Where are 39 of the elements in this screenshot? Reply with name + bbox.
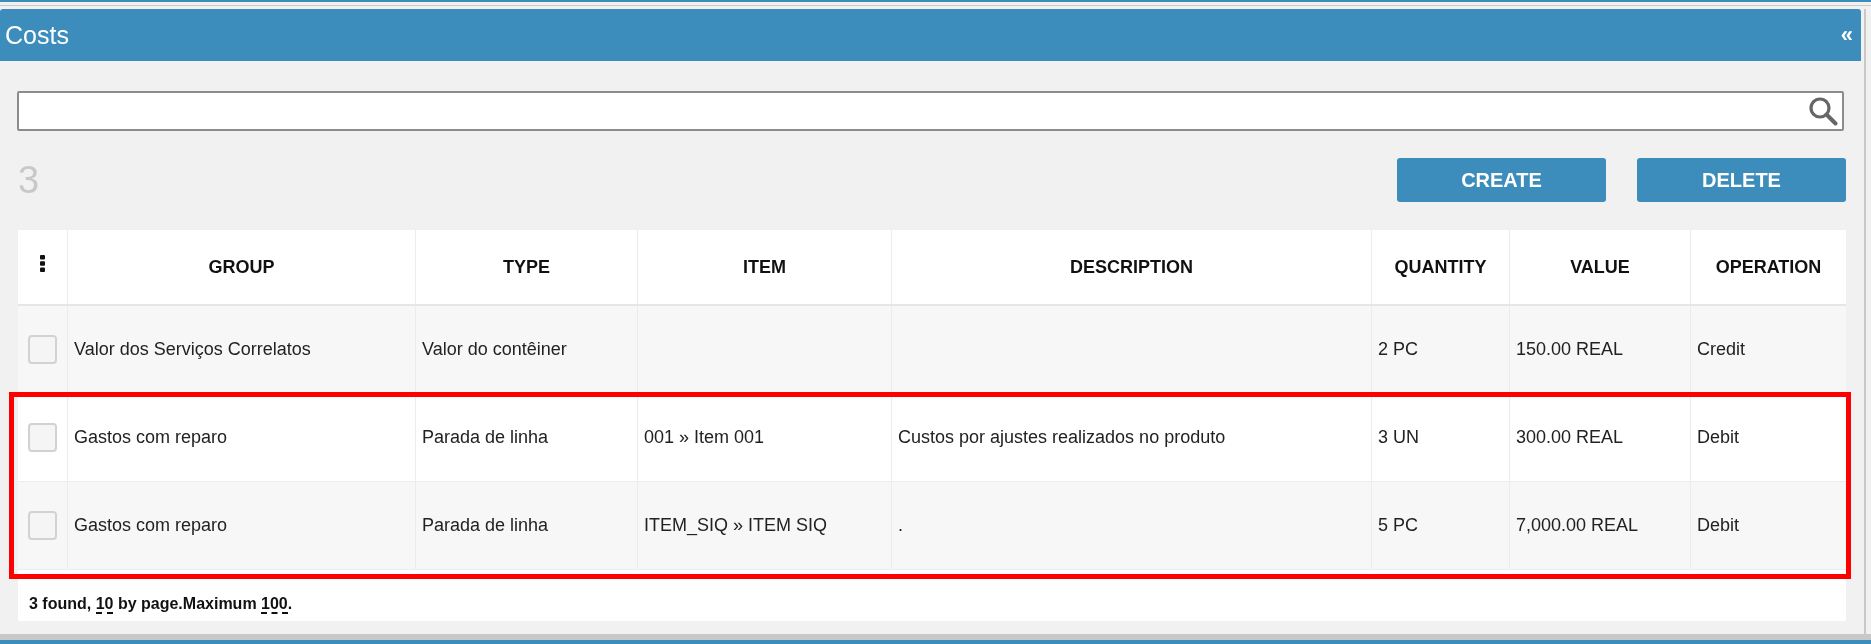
number-link[interactable]: 100 [261,595,288,614]
table-cell: 150.00 REAL [1510,306,1691,393]
table-cell: ITEM_SIQ » ITEM SIQ [638,482,892,569]
collapse-button[interactable]: « [1840,24,1853,46]
table-cell: Valor dos Serviços Correlatos [68,306,416,393]
table-cell: 7,000.00 REAL [1510,482,1691,569]
column-header: GROUP [68,230,416,304]
table-cell-text: Debit [1696,426,1741,449]
table-cell: Valor do contêiner [416,306,638,393]
menu-dots-icon[interactable] [40,254,45,272]
row-checkbox[interactable] [28,335,57,364]
table-cell: . [892,482,1372,569]
search-field[interactable] [17,91,1844,131]
column-header: OPERATION [1714,255,1823,279]
search-icon[interactable] [1808,96,1838,126]
action-button[interactable]: DELETE [1637,158,1846,202]
column-header: ITEM [638,230,892,304]
results-summary: 3 found, 10 by page.Maximum 100. [29,594,293,614]
table-cell: 2 PC [1372,306,1510,393]
table-cell-text: Credit [1696,338,1746,361]
table-cell: Parada de linha [416,482,638,569]
column-header: QUANTITY [1372,230,1510,304]
table-cell: Gastos com reparo [68,394,416,481]
column-header: VALUE [1510,230,1691,304]
panel-title: Costs [5,22,69,48]
column-header: TYPE [416,230,638,304]
table-cell: 001 » Item 001 [638,394,892,481]
table-cell: Custos por ajustes realizados no produto [892,394,1372,481]
table-cell-text: Debit [1696,514,1741,537]
row-checkbox[interactable] [28,423,57,452]
number-link[interactable]: 10 [95,595,114,614]
table-cell: 3 UN [1372,394,1510,481]
column-header: DESCRIPTION [892,230,1372,304]
table-cell: Parada de linha [416,394,638,481]
action-button[interactable]: CREATE [1397,158,1606,202]
table-cell: Gastos com reparo [68,482,416,569]
table-cell: 300.00 REAL [1510,394,1691,481]
row-checkbox[interactable] [28,511,57,540]
table-cell: 5 PC [1372,482,1510,569]
